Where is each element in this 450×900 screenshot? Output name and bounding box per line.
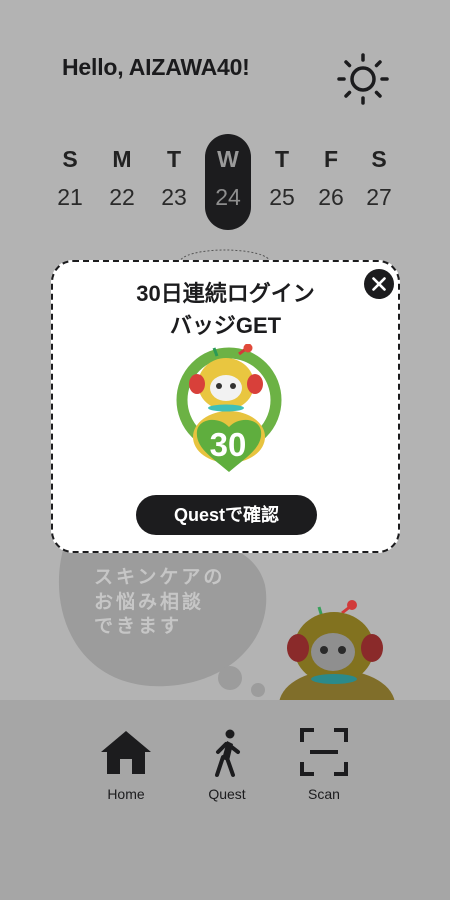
day-of-week: S: [62, 146, 78, 172]
calendar-day[interactable]: S 21: [47, 134, 93, 230]
day-date: 23: [161, 184, 187, 210]
check-in-quest-button[interactable]: Questで確認: [136, 495, 317, 535]
calendar-day[interactable]: S 27: [356, 134, 402, 230]
day-of-week: F: [323, 146, 339, 172]
calendar-day[interactable]: T 25: [259, 134, 305, 230]
skincare-consult-text: スキンケアの お悩み相談 できます: [94, 567, 226, 637]
day-of-week: T: [166, 146, 182, 172]
tab-scan[interactable]: Scan: [284, 728, 364, 808]
badge-popup: 30日連続ログイン バッジGET 30 Questで確認: [51, 260, 400, 553]
calendar-day-selected[interactable]: W 24: [205, 134, 251, 230]
greeting-title: Hello, AIZAWA40!: [62, 54, 250, 80]
thought-dot-large: [218, 666, 242, 690]
tab-quest[interactable]: Quest: [187, 728, 267, 808]
mascot-character[interactable]: [279, 600, 395, 700]
scan-icon: [300, 728, 348, 776]
calendar-day[interactable]: M 22: [99, 134, 145, 230]
day-date: 24: [215, 184, 241, 210]
tab-scan-label: Scan: [308, 786, 340, 802]
day-of-week: W: [217, 146, 239, 172]
tab-home-label: Home: [107, 786, 145, 802]
week-calendar: S 21 M 22 T 23 W 24 T 25 F 26 S 27: [44, 134, 424, 230]
tab-home[interactable]: Home: [86, 728, 166, 808]
walking-icon: [215, 729, 240, 777]
day-of-week: T: [274, 146, 290, 172]
day-date: 22: [109, 184, 135, 210]
day-date: 27: [366, 184, 392, 210]
bottom-tab-bar: Home Quest Scan: [0, 700, 450, 900]
home-icon: [101, 731, 151, 774]
badge-number: 30: [209, 426, 247, 463]
popup-title: 30日連続ログイン バッジGET: [136, 281, 315, 338]
day-date: 25: [269, 184, 295, 210]
thought-dot-small: [251, 683, 265, 697]
day-date: 26: [318, 184, 344, 210]
calendar-day[interactable]: T 23: [151, 134, 197, 230]
calendar-day[interactable]: F 26: [308, 134, 354, 230]
day-date: 21: [57, 184, 83, 210]
day-of-week: S: [371, 146, 387, 172]
sun-icon[interactable]: [336, 52, 390, 106]
tab-quest-label: Quest: [208, 786, 246, 802]
close-button[interactable]: [364, 269, 394, 299]
day-of-week: M: [112, 146, 132, 172]
close-icon: [372, 277, 386, 291]
